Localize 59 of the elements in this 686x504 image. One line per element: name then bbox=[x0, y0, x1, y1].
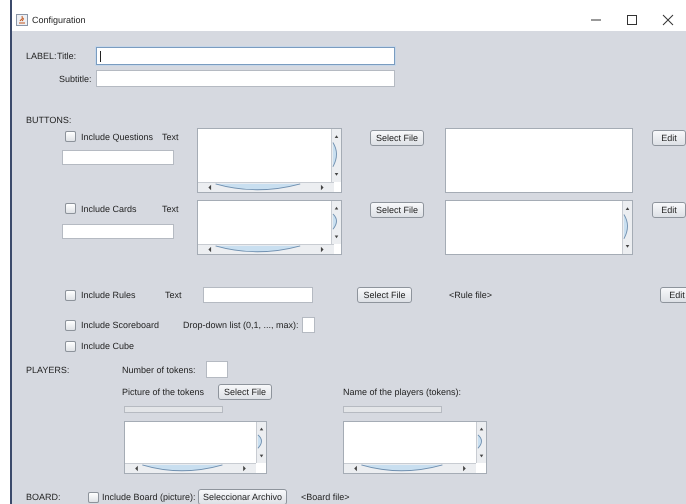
edit-button[interactable]: Edit bbox=[652, 202, 686, 218]
input-field[interactable] bbox=[62, 224, 174, 239]
horizontal-scrollbar[interactable] bbox=[198, 182, 334, 192]
checkbox[interactable] bbox=[65, 320, 76, 330]
text-area[interactable] bbox=[343, 421, 487, 474]
text-area[interactable] bbox=[444, 128, 633, 193]
window-title: Configuration bbox=[32, 14, 86, 24]
horizontal-scrollbar[interactable] bbox=[198, 244, 334, 254]
checkbox-label: Include Board (picture): bbox=[102, 492, 197, 502]
checkbox-label: Include Cards bbox=[81, 204, 137, 214]
checkbox-label: Include Cube bbox=[81, 341, 134, 351]
select-file-button[interactable]: Select File bbox=[370, 202, 424, 218]
names-label: Name of the players (tokens): bbox=[343, 387, 462, 397]
file-name-label: <Board file> bbox=[301, 492, 350, 502]
dropdown[interactable] bbox=[302, 317, 315, 333]
field-label: Subtitle: bbox=[59, 74, 93, 84]
tokens-label: Number of tokens: bbox=[122, 364, 197, 374]
section-heading: PLAYERS: bbox=[26, 364, 70, 374]
checkbox[interactable] bbox=[65, 131, 76, 142]
select-file-button[interactable]: Seleccionar Archivo bbox=[198, 489, 287, 504]
horizontal-scrollbar[interactable] bbox=[344, 463, 476, 473]
field-label: Title: bbox=[57, 51, 78, 61]
text-area[interactable] bbox=[196, 200, 342, 255]
select-file-button[interactable]: Select File bbox=[357, 287, 412, 303]
checkbox-label: Include Rules bbox=[81, 290, 136, 300]
input-field[interactable] bbox=[96, 70, 395, 87]
picture-label: Picture of the tokens bbox=[122, 387, 206, 397]
vertical-scrollbar[interactable] bbox=[330, 129, 341, 182]
section-heading: LABEL: bbox=[26, 51, 57, 61]
vertical-scrollbar[interactable] bbox=[330, 201, 341, 244]
text-area[interactable] bbox=[196, 128, 342, 193]
checkbox-label: Include Scoreboard bbox=[81, 320, 160, 330]
edit-button[interactable]: Edit bbox=[652, 130, 686, 146]
checkbox-label: Include Questions bbox=[81, 132, 154, 142]
input-field[interactable] bbox=[62, 150, 174, 165]
edit-button[interactable]: Edit bbox=[660, 287, 686, 303]
checkbox[interactable] bbox=[65, 290, 76, 300]
input-field[interactable] bbox=[203, 287, 313, 303]
checkbox[interactable] bbox=[65, 340, 76, 352]
vertical-scrollbar[interactable] bbox=[622, 201, 632, 254]
select-file-button[interactable]: Select File bbox=[370, 130, 424, 146]
file-name-label: <Rule file> bbox=[449, 290, 492, 300]
section-heading: BOARD: bbox=[26, 492, 62, 502]
input-field[interactable] bbox=[96, 47, 395, 65]
checkbox[interactable] bbox=[88, 492, 99, 502]
text-area[interactable] bbox=[124, 421, 267, 474]
text-area[interactable] bbox=[444, 200, 633, 255]
horizontal-scrollbar[interactable] bbox=[125, 463, 256, 473]
app-icon bbox=[16, 14, 28, 26]
select-file-button[interactable]: Select File bbox=[218, 384, 272, 400]
input-field[interactable] bbox=[206, 361, 228, 378]
vertical-scrollbar[interactable] bbox=[256, 422, 266, 463]
text-label: Text bbox=[162, 204, 179, 214]
checkbox[interactable] bbox=[65, 203, 76, 214]
vertical-scrollbar[interactable] bbox=[476, 422, 486, 463]
text-label: Text bbox=[162, 132, 179, 142]
section-heading: BUTTONS: bbox=[26, 114, 72, 124]
dropdown-label: Drop-down list (0,1, ..., max): bbox=[183, 320, 300, 330]
text-label: Text bbox=[165, 290, 183, 300]
